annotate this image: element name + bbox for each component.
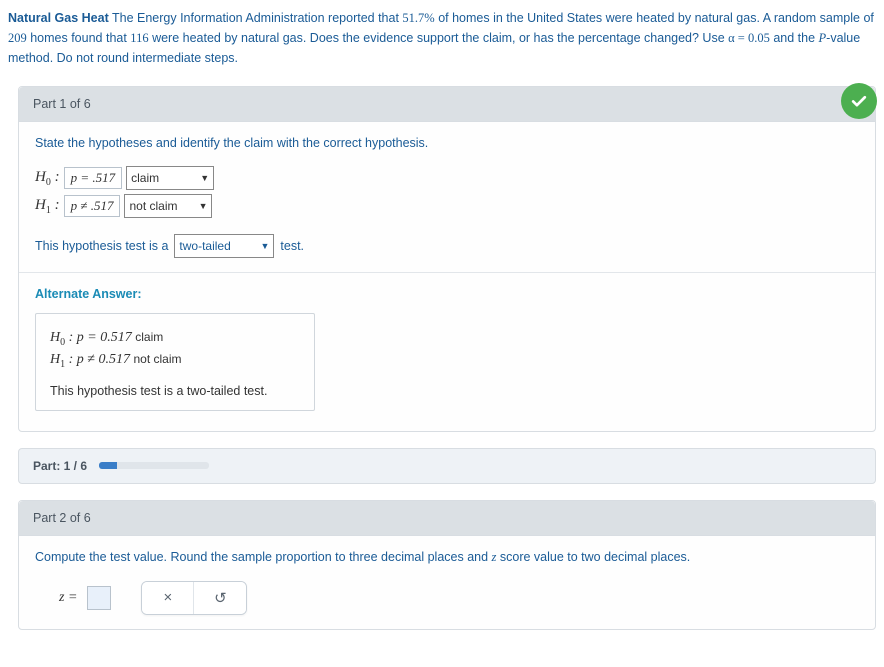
h0-symbol: H0 : [35,169,60,188]
problem-n: 209 [8,31,27,45]
problem-text-e: and the [770,31,819,45]
problem-text-c: homes found that [27,31,131,45]
progress-label: Part: 1 / 6 [33,459,87,473]
problem-statement: Natural Gas Heat The Energy Information … [8,8,876,68]
progress-fill [99,462,117,469]
input-button-group: × ↺ [141,581,247,615]
alternate-answer-title: Alternate Answer: [35,287,859,301]
z-input-row: z = × ↺ [35,581,859,615]
progress-track [99,462,209,469]
problem-text-b: of homes in the United States were heate… [435,11,874,25]
clear-button[interactable]: × [142,582,194,614]
tail-select[interactable]: two-tailed ▼ [174,234,274,258]
chevron-down-icon: ▼ [260,237,269,255]
chevron-down-icon: ▼ [199,197,208,215]
problem-title: Natural Gas Heat [8,11,109,25]
part-2-instruction: Compute the test value. Round the sample… [35,550,859,565]
alternate-answer-box: H0 : p = 0.517 claim H1 : p ≠ 0.517 not … [35,313,315,411]
part-2-card: Part 2 of 6 Compute the test value. Roun… [18,500,876,630]
part-1-header: Part 1 of 6 [19,87,875,122]
tail-sentence-b: test. [280,239,304,253]
tail-value: two-tailed [179,237,230,255]
problem-text-d: were heated by natural gas. Does the evi… [149,31,729,45]
chevron-down-icon: ▼ [200,169,209,187]
close-icon: × [164,589,173,606]
h0-claim-select[interactable]: claim ▼ [126,166,214,190]
h1-symbol: H1 : [35,197,60,216]
h1-claim-select[interactable]: not claim ▼ [124,194,212,218]
h0-value-input[interactable]: p = .517 [64,167,123,189]
h0-line: H0 : p = .517 claim ▼ [35,166,859,190]
tail-sentence: This hypothesis test is a two-tailed ▼ t… [35,234,859,258]
part-2-header: Part 2 of 6 [19,501,875,536]
correct-check-icon [841,83,877,119]
z-label: z = [59,590,77,606]
part-1-card: Part 1 of 6 State the hypotheses and ide… [18,86,876,432]
part-1-instruction: State the hypotheses and identify the cl… [35,136,859,150]
progress-row: Part: 1 / 6 [18,448,876,484]
reset-button[interactable]: ↺ [194,582,246,614]
alt-h0: H0 : p = 0.517 claim [50,330,300,348]
problem-percent: 51.7% [402,11,434,25]
reset-icon: ↺ [214,589,227,607]
z-value-input[interactable] [87,586,111,610]
problem-text-a: The Energy Information Administration re… [109,11,403,25]
h0-claim-text: claim [131,169,159,187]
problem-x: 116 [130,31,148,45]
tail-sentence-a: This hypothesis test is a [35,239,168,253]
alternate-answer-section: Alternate Answer: H0 : p = 0.517 claim H… [19,272,875,431]
alt-sentence: This hypothesis test is a two-tailed tes… [50,384,300,398]
h1-claim-text: not claim [129,197,177,215]
problem-alpha: α = 0.05 [728,31,770,45]
h1-line: H1 : p ≠ .517 not claim ▼ [35,194,859,218]
h1-value-input[interactable]: p ≠ .517 [64,195,121,217]
alt-h1: H1 : p ≠ 0.517 not claim [50,352,300,370]
problem-pvar: P [819,31,827,45]
